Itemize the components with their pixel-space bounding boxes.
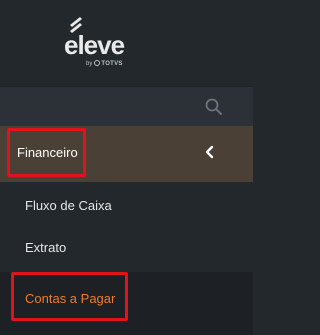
logo-by-totvs: by TOTVS	[86, 59, 142, 69]
eleve-logo[interactable]: eleve by TOTVS	[62, 14, 142, 74]
menu-section-financeiro[interactable]: Financeiro	[0, 126, 253, 182]
totvs-ring-icon	[94, 60, 101, 66]
submenu-item-label: Contas a Pagar	[25, 291, 116, 306]
search-bar	[0, 86, 253, 126]
sidebar-header: eleve by TOTVS	[0, 0, 253, 86]
logo-by-text: by	[86, 61, 93, 67]
logo-partner-text: TOTVS	[101, 61, 123, 67]
submenu-item-label: Fluxo de Caixa	[25, 198, 112, 213]
active-indicator	[0, 272, 3, 335]
logo-wordmark: eleve	[64, 30, 125, 60]
submenu-item-extrato[interactable]: Extrato	[0, 224, 253, 272]
submenu-item-label: Extrato	[25, 240, 67, 255]
submenu-item-fluxo-de-caixa[interactable]: Fluxo de Caixa	[0, 182, 253, 224]
submenu-item-contas-a-pagar[interactable]: Contas a Pagar	[0, 272, 253, 335]
menu-section-label: Financeiro	[17, 145, 78, 160]
chevron-left-icon[interactable]	[203, 145, 217, 159]
search-icon[interactable]	[204, 97, 224, 117]
